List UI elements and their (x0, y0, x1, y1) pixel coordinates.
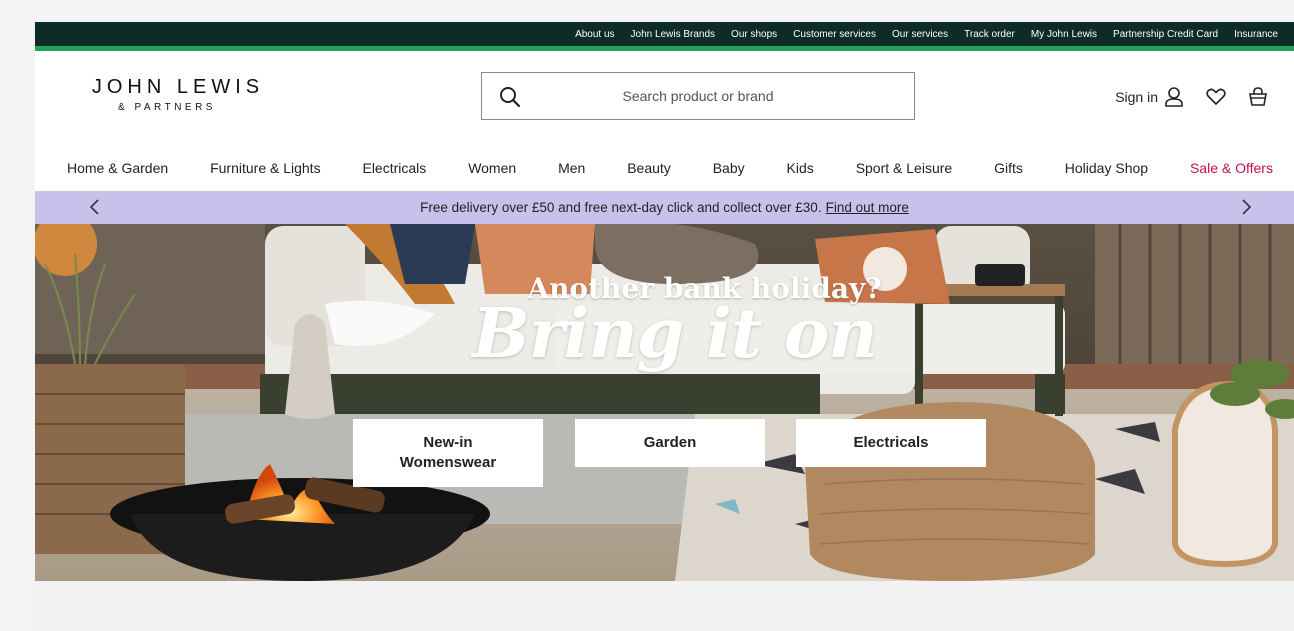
user-icon (1164, 86, 1184, 108)
cta-label: Electricals (853, 434, 929, 451)
cta-electricals-button[interactable]: Electricals (796, 419, 986, 467)
util-link-our-services[interactable]: Our services (892, 29, 948, 40)
nav-item-holiday-shop[interactable]: Holiday Shop (1065, 160, 1148, 176)
cta-label-line1: New-in (423, 434, 473, 451)
cta-garden-button[interactable]: Garden (575, 419, 765, 467)
nav-item-sport-leisure[interactable]: Sport & Leisure (856, 160, 953, 176)
nav-item-baby[interactable]: Baby (713, 160, 745, 176)
page-frame: About us John Lewis Brands Our shops Cus… (35, 22, 1294, 631)
hero-banner[interactable]: Another bank holiday? Bring it on New-in… (35, 224, 1294, 581)
nav-item-home-garden[interactable]: Home & Garden (67, 160, 168, 176)
nav-item-electricals[interactable]: Electricals (362, 160, 426, 176)
logo-subline: & PARTNERS (118, 102, 216, 113)
nav-item-gifts[interactable]: Gifts (994, 160, 1023, 176)
utility-bar: About us John Lewis Brands Our shops Cus… (35, 22, 1294, 46)
utility-links: About us John Lewis Brands Our shops Cus… (575, 22, 1278, 46)
main-navigation: Home & Garden Furniture & Lights Electri… (35, 153, 1294, 183)
util-link-customer-services[interactable]: Customer services (793, 29, 876, 40)
nav-item-beauty[interactable]: Beauty (627, 160, 671, 176)
sign-in-label: Sign in (1115, 89, 1158, 105)
nav-item-furniture-lights[interactable]: Furniture & Lights (210, 160, 321, 176)
site-logo[interactable]: JOHN LEWIS & PARTNERS (83, 76, 273, 113)
promo-banner: Free delivery over £50 and free next-day… (35, 191, 1294, 224)
util-link-john-lewis-brands[interactable]: John Lewis Brands (631, 29, 716, 40)
util-link-about-us[interactable]: About us (575, 29, 614, 40)
accent-stripe (35, 46, 1294, 51)
util-link-credit-card[interactable]: Partnership Credit Card (1113, 29, 1218, 40)
nav-item-men[interactable]: Men (558, 160, 585, 176)
search-icon[interactable] (498, 85, 522, 109)
search-box (481, 72, 915, 120)
nav-item-sale-offers[interactable]: Sale & Offers (1190, 160, 1273, 176)
wishlist-heart-icon[interactable] (1206, 88, 1226, 106)
promo-find-out-more-link[interactable]: Find out more (826, 200, 909, 215)
util-link-insurance[interactable]: Insurance (1234, 29, 1278, 40)
logo-wordmark: JOHN LEWIS (91, 76, 265, 98)
search-input[interactable] (482, 73, 914, 119)
promo-next-arrow-icon[interactable] (1236, 197, 1256, 217)
cta-label-line2: Womenswear (399, 454, 497, 471)
sign-in-link[interactable]: Sign in (1115, 86, 1184, 108)
promo-prev-arrow-icon[interactable] (85, 197, 105, 217)
nav-item-women[interactable]: Women (468, 160, 516, 176)
promo-text: Free delivery over £50 and free next-day… (420, 200, 822, 215)
util-link-my-john-lewis[interactable]: My John Lewis (1031, 29, 1097, 40)
site-header: About us John Lewis Brands Our shops Cus… (35, 22, 1294, 224)
util-link-our-shops[interactable]: Our shops (731, 29, 777, 40)
nav-item-kids[interactable]: Kids (787, 160, 814, 176)
cta-new-in-womenswear-button[interactable]: New-in Womenswear (353, 419, 543, 487)
hero-subheadline: Bring it on (472, 294, 878, 374)
basket-icon[interactable] (1248, 87, 1268, 107)
account-actions: Sign in (1115, 86, 1268, 108)
cta-label: Garden (643, 434, 697, 451)
util-link-track-order[interactable]: Track order (964, 29, 1015, 40)
